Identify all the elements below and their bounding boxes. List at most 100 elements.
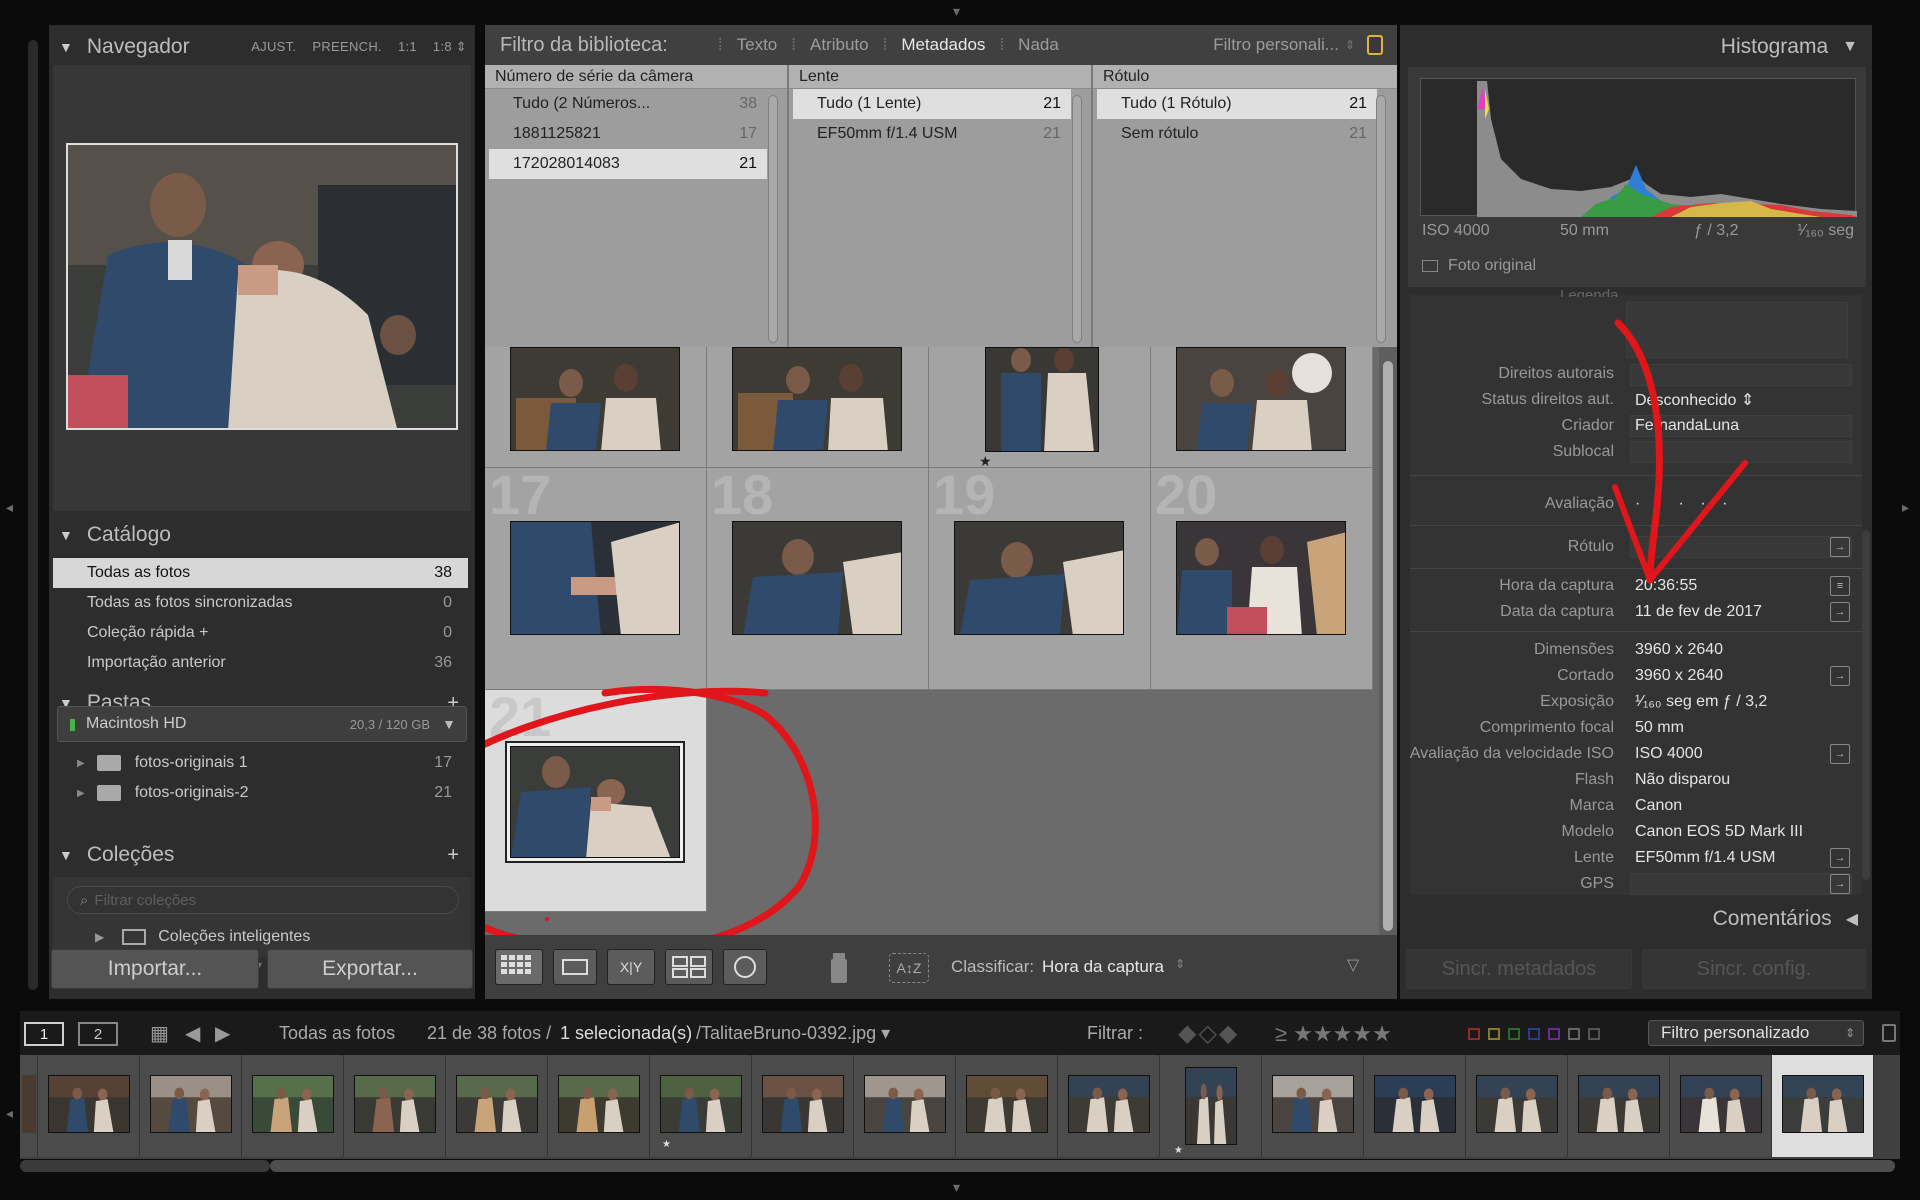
zoom-1-1[interactable]: 1:1: [398, 39, 417, 55]
collapse-triangle-icon[interactable]: ▼: [59, 39, 73, 55]
catalog-item-all-photos[interactable]: Todas as fotos 38: [53, 558, 468, 588]
forward-arrow-icon[interactable]: ▶: [215, 1021, 230, 1046]
filmstrip-filename[interactable]: /TalitaeBruno-0392.jpg ▾: [696, 1023, 890, 1044]
filmstrip-thumbnail[interactable]: [1374, 1075, 1456, 1133]
right-panel-toggle-icon[interactable]: ▸: [1902, 500, 1909, 514]
loupe-view-icon[interactable]: [553, 949, 597, 985]
color-filter-purple[interactable]: [1548, 1028, 1560, 1040]
filmstrip-cell-selected[interactable]: [1772, 1055, 1874, 1157]
collapse-triangle-icon[interactable]: ▼: [59, 847, 73, 863]
compare-view-icon[interactable]: X|Y: [607, 949, 655, 985]
expand-triangle-icon[interactable]: ▶: [95, 930, 104, 944]
chevron-down-icon[interactable]: ▼: [442, 716, 456, 732]
filmstrip-thumbnail[interactable]: [762, 1075, 844, 1133]
filmstrip-thumbnail[interactable]: [456, 1075, 538, 1133]
rating-filter[interactable]: ≥ ★★★★★: [1275, 1021, 1392, 1047]
drive-row-macintosh-hd[interactable]: Macintosh HD 20,3 / 120 GB ▼: [57, 706, 467, 742]
filmstrip-cell[interactable]: [344, 1055, 446, 1157]
flag-filter-icons[interactable]: ◆◇◆: [1178, 1019, 1239, 1048]
left-panel-toggle-icon[interactable]: ◂: [6, 500, 13, 514]
filmstrip-source[interactable]: Todas as fotos: [279, 1023, 395, 1044]
catalog-item-previous-import[interactable]: Importação anterior 36: [53, 648, 468, 678]
survey-view-icon[interactable]: [665, 949, 713, 985]
sort-select[interactable]: Hora da captura: [1042, 957, 1164, 977]
filmstrip-scrollbar[interactable]: [270, 1160, 1895, 1172]
filmstrip-cell[interactable]: [20, 1055, 38, 1157]
filmstrip-cell[interactable]: [242, 1055, 344, 1157]
filmstrip-cell[interactable]: [1568, 1055, 1670, 1157]
filmstrip-cell[interactable]: [38, 1055, 140, 1157]
filmstrip-thumbnail[interactable]: [48, 1075, 130, 1133]
color-filter-gray[interactable]: [1568, 1028, 1580, 1040]
filmstrip-thumbnail[interactable]: [1272, 1075, 1354, 1133]
filmstrip-thumbnail[interactable]: [354, 1075, 436, 1133]
folder-item-2[interactable]: ▶ fotos-originais-2 21: [53, 778, 468, 808]
filmstrip-cell[interactable]: [854, 1055, 956, 1157]
filmstrip-thumbnail[interactable]: [1068, 1075, 1150, 1133]
grid-icon[interactable]: ▦: [150, 1021, 169, 1046]
zoom-1-8[interactable]: 1:8 ⇕: [433, 39, 467, 55]
filmstrip-cell[interactable]: [956, 1055, 1058, 1157]
filmstrip-cell[interactable]: [1364, 1055, 1466, 1157]
filmstrip-cell[interactable]: [548, 1055, 650, 1157]
grid-view-icon[interactable]: [495, 949, 543, 985]
add-collection-icon[interactable]: +: [447, 844, 459, 867]
filmstrip-thumbnail[interactable]: [660, 1075, 742, 1133]
people-view-icon[interactable]: [723, 949, 767, 985]
filmstrip-thumbnail[interactable]: [252, 1075, 334, 1133]
filmstrip-thumbnail[interactable]: [1680, 1075, 1762, 1133]
catalog-item-quick-collection[interactable]: Coleção rápida + 0: [53, 618, 468, 648]
left-panel-scrollbar[interactable]: [28, 40, 38, 990]
navigator-header[interactable]: ▼ Navegador AJUST. PREENCH. 1:1 1:8 ⇕: [49, 27, 475, 67]
painter-icon[interactable]: [827, 951, 851, 985]
filmstrip-thumbnail[interactable]: [864, 1075, 946, 1133]
expand-triangle-icon[interactable]: ▶: [77, 758, 85, 769]
filmstrip-cell[interactable]: ★: [1160, 1055, 1262, 1157]
filmstrip-thumbnail[interactable]: [1185, 1067, 1237, 1145]
monitor-1-button[interactable]: 1: [24, 1022, 64, 1046]
smart-collections-row[interactable]: ▶ Coleções inteligentes: [53, 922, 468, 952]
filmstrip-thumbnail[interactable]: [966, 1075, 1048, 1133]
collections-filter-input[interactable]: ⌕ Filtrar coleções: [67, 886, 459, 914]
color-filter-yellow[interactable]: [1488, 1028, 1500, 1040]
zoom-fill[interactable]: PREENCH.: [312, 39, 382, 55]
top-panel-toggle-icon[interactable]: ▾: [953, 4, 960, 18]
bottom-panel-toggle-icon[interactable]: ▾: [953, 1180, 960, 1194]
back-arrow-icon[interactable]: ◀: [185, 1021, 200, 1046]
filmstrip-cell[interactable]: [1262, 1055, 1364, 1157]
collapse-triangle-icon[interactable]: ▼: [59, 527, 73, 543]
filmstrip-thumbnail[interactable]: [1578, 1075, 1660, 1133]
filmstrip-count: 21 de 38 fotos /: [427, 1023, 552, 1043]
custom-filter-dropdown[interactable]: Filtro personalizado ⇕: [1648, 1020, 1864, 1046]
filmstrip-cell[interactable]: [140, 1055, 242, 1157]
filmstrip-cell[interactable]: [1670, 1055, 1772, 1157]
export-button[interactable]: Exportar...: [267, 949, 473, 989]
toolbar-menu-chevron-icon[interactable]: ▽: [1347, 955, 1359, 975]
filmstrip-thumbnail[interactable]: [1782, 1075, 1864, 1133]
color-filter-none[interactable]: [1588, 1028, 1600, 1040]
filmstrip-thumbnail[interactable]: [1476, 1075, 1558, 1133]
drive-status-icon: [70, 719, 75, 731]
import-button[interactable]: Importar...: [51, 949, 259, 989]
navigator-preview-image[interactable]: [66, 143, 458, 430]
filmstrip-cell[interactable]: [1466, 1055, 1568, 1157]
folder-item-1[interactable]: ▶ fotos-originais 1 17: [53, 748, 468, 778]
filmstrip-left-toggle-icon[interactable]: ◂: [6, 1106, 13, 1120]
filmstrip-cell[interactable]: ★: [650, 1055, 752, 1157]
expand-triangle-icon[interactable]: ▶: [77, 788, 85, 799]
color-filter-red[interactable]: [1468, 1028, 1480, 1040]
filmstrip-cell[interactable]: [752, 1055, 854, 1157]
filmstrip-thumbnail[interactable]: [558, 1075, 640, 1133]
color-filter-green[interactable]: [1508, 1028, 1520, 1040]
filmstrip-cell[interactable]: [1058, 1055, 1160, 1157]
filter-lock-icon[interactable]: [1882, 1024, 1896, 1042]
color-filter-blue[interactable]: [1528, 1028, 1540, 1040]
monitor-2-button[interactable]: 2: [78, 1022, 118, 1046]
catalog-header[interactable]: ▼ Catálogo: [49, 515, 475, 555]
catalog-item-synced[interactable]: Todas as fotos sincronizadas 0: [53, 588, 468, 618]
filmstrip-thumbnail[interactable]: [150, 1075, 232, 1133]
zoom-fit[interactable]: AJUST.: [251, 39, 296, 55]
filmstrip-cell[interactable]: [446, 1055, 548, 1157]
sort-direction-icon[interactable]: A↕Z: [889, 953, 929, 983]
collections-header[interactable]: ▼ Coleções +: [49, 835, 475, 875]
